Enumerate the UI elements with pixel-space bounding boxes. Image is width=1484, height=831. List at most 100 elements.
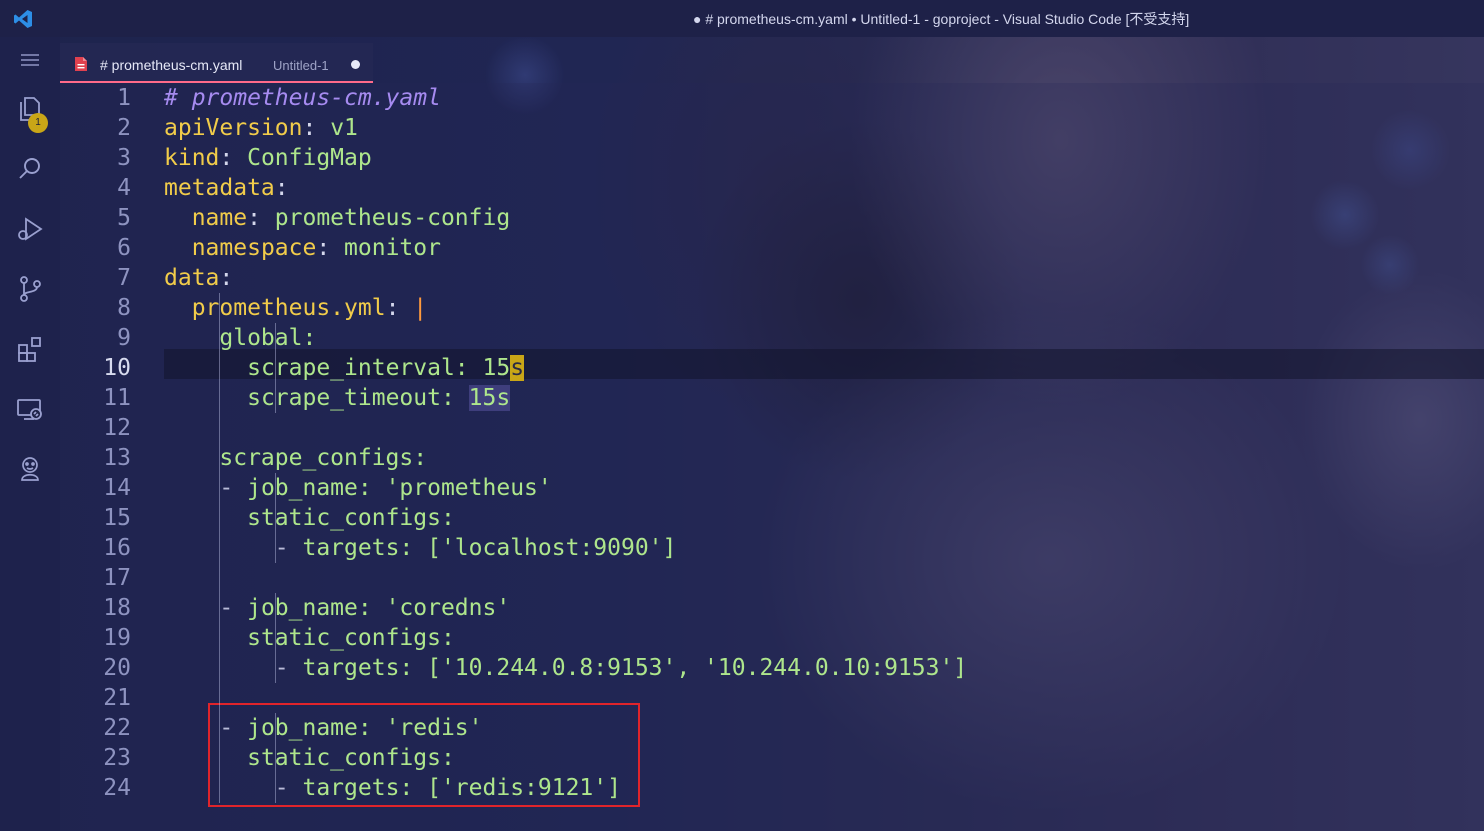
code-line-9[interactable]: 9 global:: [60, 323, 1484, 353]
token-key: kind: [164, 145, 220, 171]
code-line-13[interactable]: 13 scrape_configs:: [60, 443, 1484, 473]
token-key2: job_name: 'coredns': [247, 595, 511, 621]
line-number: 9: [117, 325, 131, 351]
code-line-3[interactable]: 3 kind: ConfigMap: [60, 143, 1484, 173]
code-text: metadata:: [164, 173, 289, 203]
token-key2: targets: ['10.244.0.8:9153', '10.244.0.1…: [302, 655, 968, 681]
code-line-18[interactable]: 18 - job_name: 'coredns': [60, 593, 1484, 623]
token-key2: static_configs:: [247, 625, 455, 651]
code-line-20[interactable]: 20 - targets: ['10.244.0.8:9153', '10.24…: [60, 653, 1484, 683]
line-number: 2: [117, 115, 131, 141]
token-value: prometheus-config: [274, 205, 511, 231]
token-match: 15s: [468, 385, 511, 411]
code-line-2[interactable]: 2 apiVersion: v1: [60, 113, 1484, 143]
token-ws: [164, 355, 247, 381]
code-text: scrape_timeout: 15s: [164, 383, 511, 413]
indent-guide: [274, 473, 276, 563]
token-punct: :: [385, 295, 414, 321]
token-ws: [164, 235, 192, 261]
token-cursor: s: [510, 355, 525, 381]
jenkins-icon[interactable]: [14, 453, 46, 485]
line-number: 17: [103, 565, 131, 591]
token-ws: [164, 445, 219, 471]
remote-icon[interactable]: [14, 393, 46, 425]
token-key: prometheus.yml: [191, 295, 386, 321]
git-branch-icon[interactable]: [14, 273, 46, 305]
code-text: apiVersion: v1: [164, 113, 358, 143]
code-line-19[interactable]: 19 static_configs:: [60, 623, 1484, 653]
line-number: 11: [103, 385, 131, 411]
line-number: 19: [103, 625, 131, 651]
annotation-box: [208, 703, 640, 807]
indent-guide: [219, 293, 221, 803]
token-punct: :: [219, 265, 234, 291]
line-number: 22: [103, 715, 131, 741]
token-ws: [164, 205, 192, 231]
line-number: 6: [117, 235, 131, 261]
indent-guide: [274, 593, 276, 683]
vscode-logo-icon: [14, 10, 32, 28]
line-number: 18: [103, 595, 131, 621]
code-text: - job_name: 'coredns': [164, 593, 510, 623]
code-line-15[interactable]: 15 static_configs:: [60, 503, 1484, 533]
unsaved-dot-icon[interactable]: [351, 60, 360, 69]
token-ws: [164, 295, 192, 321]
code-line-4[interactable]: 4 metadata:: [60, 173, 1484, 203]
code-line-1[interactable]: 1 # prometheus-cm.yaml: [60, 83, 1484, 113]
yaml-file-icon: [75, 57, 87, 71]
code-text: global:: [164, 323, 316, 353]
token-key2: scrape_interval: 15: [247, 355, 511, 381]
token-key: metadata: [164, 175, 275, 201]
token-dash: -: [274, 655, 303, 681]
debug-icon[interactable]: [14, 213, 46, 245]
token-value: monitor: [344, 235, 441, 261]
code-text: static_configs:: [164, 623, 455, 653]
code-line-5[interactable]: 5 name: prometheus-config: [60, 203, 1484, 233]
token-dash: -: [219, 475, 248, 501]
token-value: v1: [330, 115, 358, 141]
token-key2: static_configs:: [247, 505, 455, 531]
line-number: 14: [103, 475, 131, 501]
code-line-10[interactable]: 10 scrape_interval: 15s: [60, 353, 1484, 383]
tab-filename: # prometheus-cm.yaml: [100, 57, 243, 73]
code-editor[interactable]: 1 # prometheus-cm.yaml 2 apiVersion: v1 3 kin…: [60, 83, 1484, 831]
token-ws: [164, 625, 247, 651]
token-punct: :: [219, 145, 248, 171]
token-key: apiVersion: [164, 115, 303, 141]
token-key2: global:: [219, 325, 317, 351]
code-text: scrape_interval: 15s: [164, 353, 525, 383]
indent-guide: [274, 323, 276, 413]
tab-prometheus-cm[interactable]: # prometheus-cm.yaml Untitled-1: [60, 43, 373, 83]
code-line-14[interactable]: 14 - job_name: 'prometheus': [60, 473, 1484, 503]
search-icon[interactable]: [14, 153, 46, 185]
code-line-7[interactable]: 7 data:: [60, 263, 1484, 293]
code-line-16[interactable]: 16 - targets: ['localhost:9090']: [60, 533, 1484, 563]
code-text: static_configs:: [164, 503, 455, 533]
tab-description: Untitled-1: [273, 58, 329, 73]
token-dash: -: [219, 595, 248, 621]
code-text: data:: [164, 263, 233, 293]
code-text: name: prometheus-config: [164, 203, 511, 233]
token-key: name: [191, 205, 248, 231]
window-title: ● # prometheus-cm.yaml • Untitled-1 - go…: [693, 11, 1190, 27]
line-number: 10: [103, 355, 131, 381]
line-number: 15: [103, 505, 131, 531]
menu-icon[interactable]: [14, 45, 46, 77]
line-number: 23: [103, 745, 131, 771]
token-key2: job_name: 'prometheus': [247, 475, 552, 501]
code-line-11[interactable]: 11 scrape_timeout: 15s: [60, 383, 1484, 413]
code-line-17[interactable]: 17: [60, 563, 1484, 593]
token-comment: # prometheus-cm.yaml: [164, 85, 441, 111]
code-line-12[interactable]: 12: [60, 413, 1484, 443]
line-number: 24: [103, 775, 131, 801]
line-number: 7: [117, 265, 131, 291]
code-line-6[interactable]: 6 namespace: monitor: [60, 233, 1484, 263]
code-line-8[interactable]: 8 prometheus.yml: |: [60, 293, 1484, 323]
line-number: 21: [103, 685, 131, 711]
token-punct: :: [274, 175, 289, 201]
extensions-icon[interactable]: [14, 333, 46, 365]
token-key2: targets: ['localhost:9090']: [302, 535, 677, 561]
code-text: - targets: ['localhost:9090']: [164, 533, 677, 563]
token-pipe: |: [413, 295, 428, 321]
token-key2: scrape_configs:: [219, 445, 428, 471]
